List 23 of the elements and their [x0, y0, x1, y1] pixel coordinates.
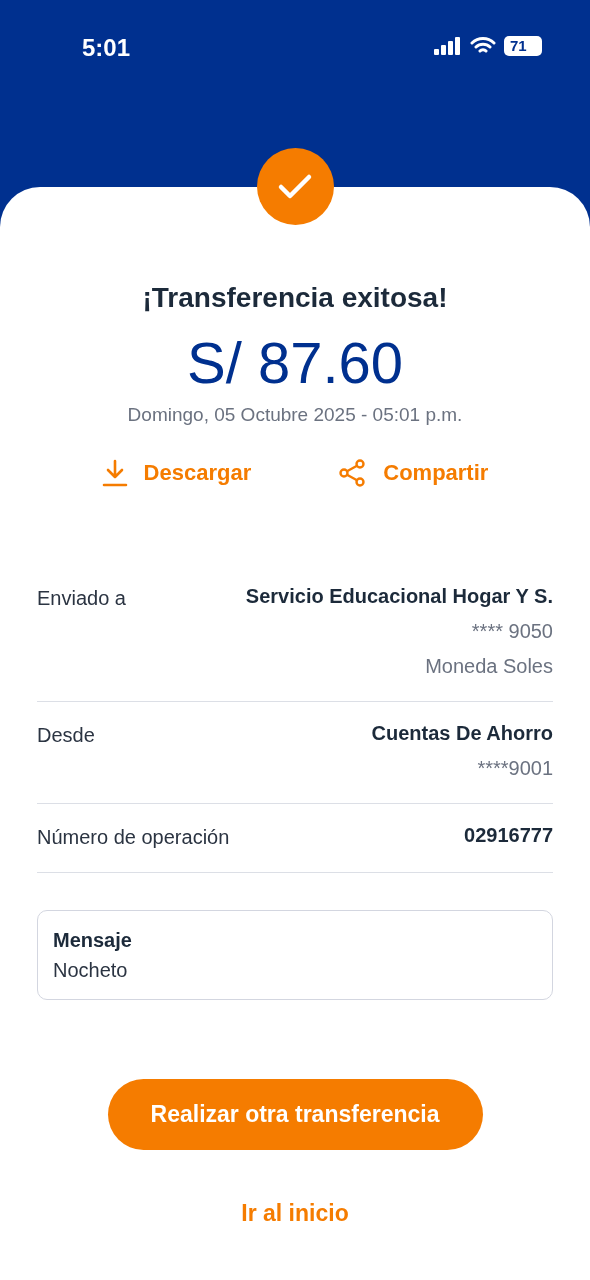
detail-label: Número de operación — [37, 825, 230, 850]
download-button[interactable]: Descargar — [101, 456, 252, 489]
signal-icon — [434, 37, 462, 55]
success-title: ¡Transferencia exitosa! — [142, 281, 448, 315]
detail-value: **** 9050 — [471, 619, 553, 644]
detail-value: ****9001 — [477, 756, 553, 781]
download-icon — [101, 458, 128, 487]
battery-icon: 71 — [504, 36, 542, 56]
amount: S/ 87.60 — [186, 329, 404, 397]
new-transfer-button[interactable]: Realizar otra transferencia — [107, 1079, 483, 1150]
detail-value: Moneda Soles — [425, 654, 553, 679]
home-link[interactable]: Ir al inicio — [241, 1196, 349, 1231]
date-text: Domingo, 05 Octubre 2025 - 05:01 p.m. — [127, 403, 463, 427]
detail-value: Cuentas De Ahorro — [371, 721, 553, 746]
message-label: Mensaje — [53, 928, 133, 953]
status-time: 5:01 — [82, 33, 131, 63]
share-button[interactable]: Compartir — [337, 456, 489, 489]
detail-value: Servicio Educacional Hogar Y S. — [245, 584, 553, 609]
message-text: Nocheto — [53, 958, 129, 983]
detail-label: Desde — [37, 723, 95, 748]
detail-value: 02916777 — [464, 823, 553, 848]
detail-label: Enviado a — [37, 586, 126, 611]
share-icon — [337, 457, 368, 488]
